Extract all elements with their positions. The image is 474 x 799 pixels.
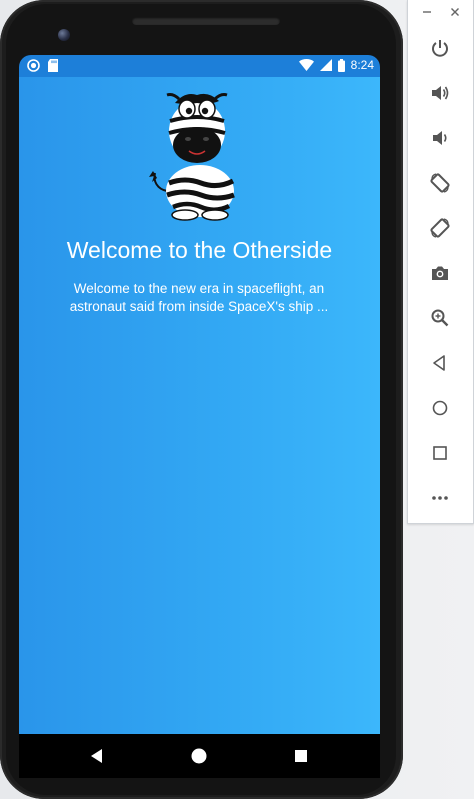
power-icon <box>432 40 448 57</box>
volume-up-icon <box>432 86 449 100</box>
app-content: Welcome to the Otherside Welcome to the … <box>19 77 380 734</box>
sync-notification-icon <box>27 59 40 72</box>
sd-card-icon <box>48 59 58 72</box>
back-button[interactable] <box>428 351 452 375</box>
phone-screen: 8:24 Welcome to the Otherside Welcome to… <box>19 55 380 778</box>
home-icon <box>432 400 448 416</box>
emulator-toolbar <box>407 0 474 524</box>
zoom-button[interactable] <box>428 306 452 330</box>
more-icon <box>432 496 448 500</box>
zebra-mascot-image <box>149 93 235 221</box>
overview-button[interactable] <box>428 441 452 465</box>
zoom-icon <box>431 309 449 327</box>
camera-icon <box>432 266 448 280</box>
minimize-icon[interactable] <box>421 6 433 18</box>
volume-up-button[interactable] <box>428 81 452 105</box>
navigation-bar <box>19 734 380 778</box>
wifi-icon <box>298 59 314 71</box>
toolbar-window-controls <box>408 0 473 24</box>
more-button[interactable] <box>428 486 452 510</box>
page-title: Welcome to the Otherside <box>66 237 333 263</box>
battery-icon <box>337 58 345 72</box>
status-left-icons <box>27 59 58 72</box>
screenshot-button[interactable] <box>428 261 452 285</box>
rotate-left-button[interactable] <box>428 171 452 195</box>
volume-down-button[interactable] <box>428 126 452 150</box>
status-right-icons: 8:24 <box>298 58 374 72</box>
nav-home-icon[interactable] <box>189 746 209 766</box>
home-button[interactable] <box>428 396 452 420</box>
power-button[interactable] <box>428 36 452 60</box>
rotate-left-icon <box>430 173 450 193</box>
rotate-right-button[interactable] <box>428 216 452 240</box>
status-time: 8:24 <box>350 58 374 72</box>
nav-recents-icon[interactable] <box>291 746 311 766</box>
earpiece-speaker <box>132 17 280 25</box>
emulator-window: 8:24 Welcome to the Otherside Welcome to… <box>0 0 474 799</box>
status-bar: 8:24 <box>19 55 380 77</box>
cell-signal-icon <box>319 59 332 71</box>
nav-back-icon[interactable] <box>87 746 107 766</box>
volume-down-icon <box>433 131 447 145</box>
back-icon <box>433 355 445 371</box>
article-text: Welcome to the new era in spaceflight, a… <box>69 281 329 314</box>
front-camera-icon <box>58 29 70 41</box>
close-icon[interactable] <box>449 6 461 18</box>
overview-icon <box>433 446 447 460</box>
rotate-right-icon <box>430 218 450 238</box>
phone-device-frame: 8:24 Welcome to the Otherside Welcome to… <box>0 0 403 799</box>
